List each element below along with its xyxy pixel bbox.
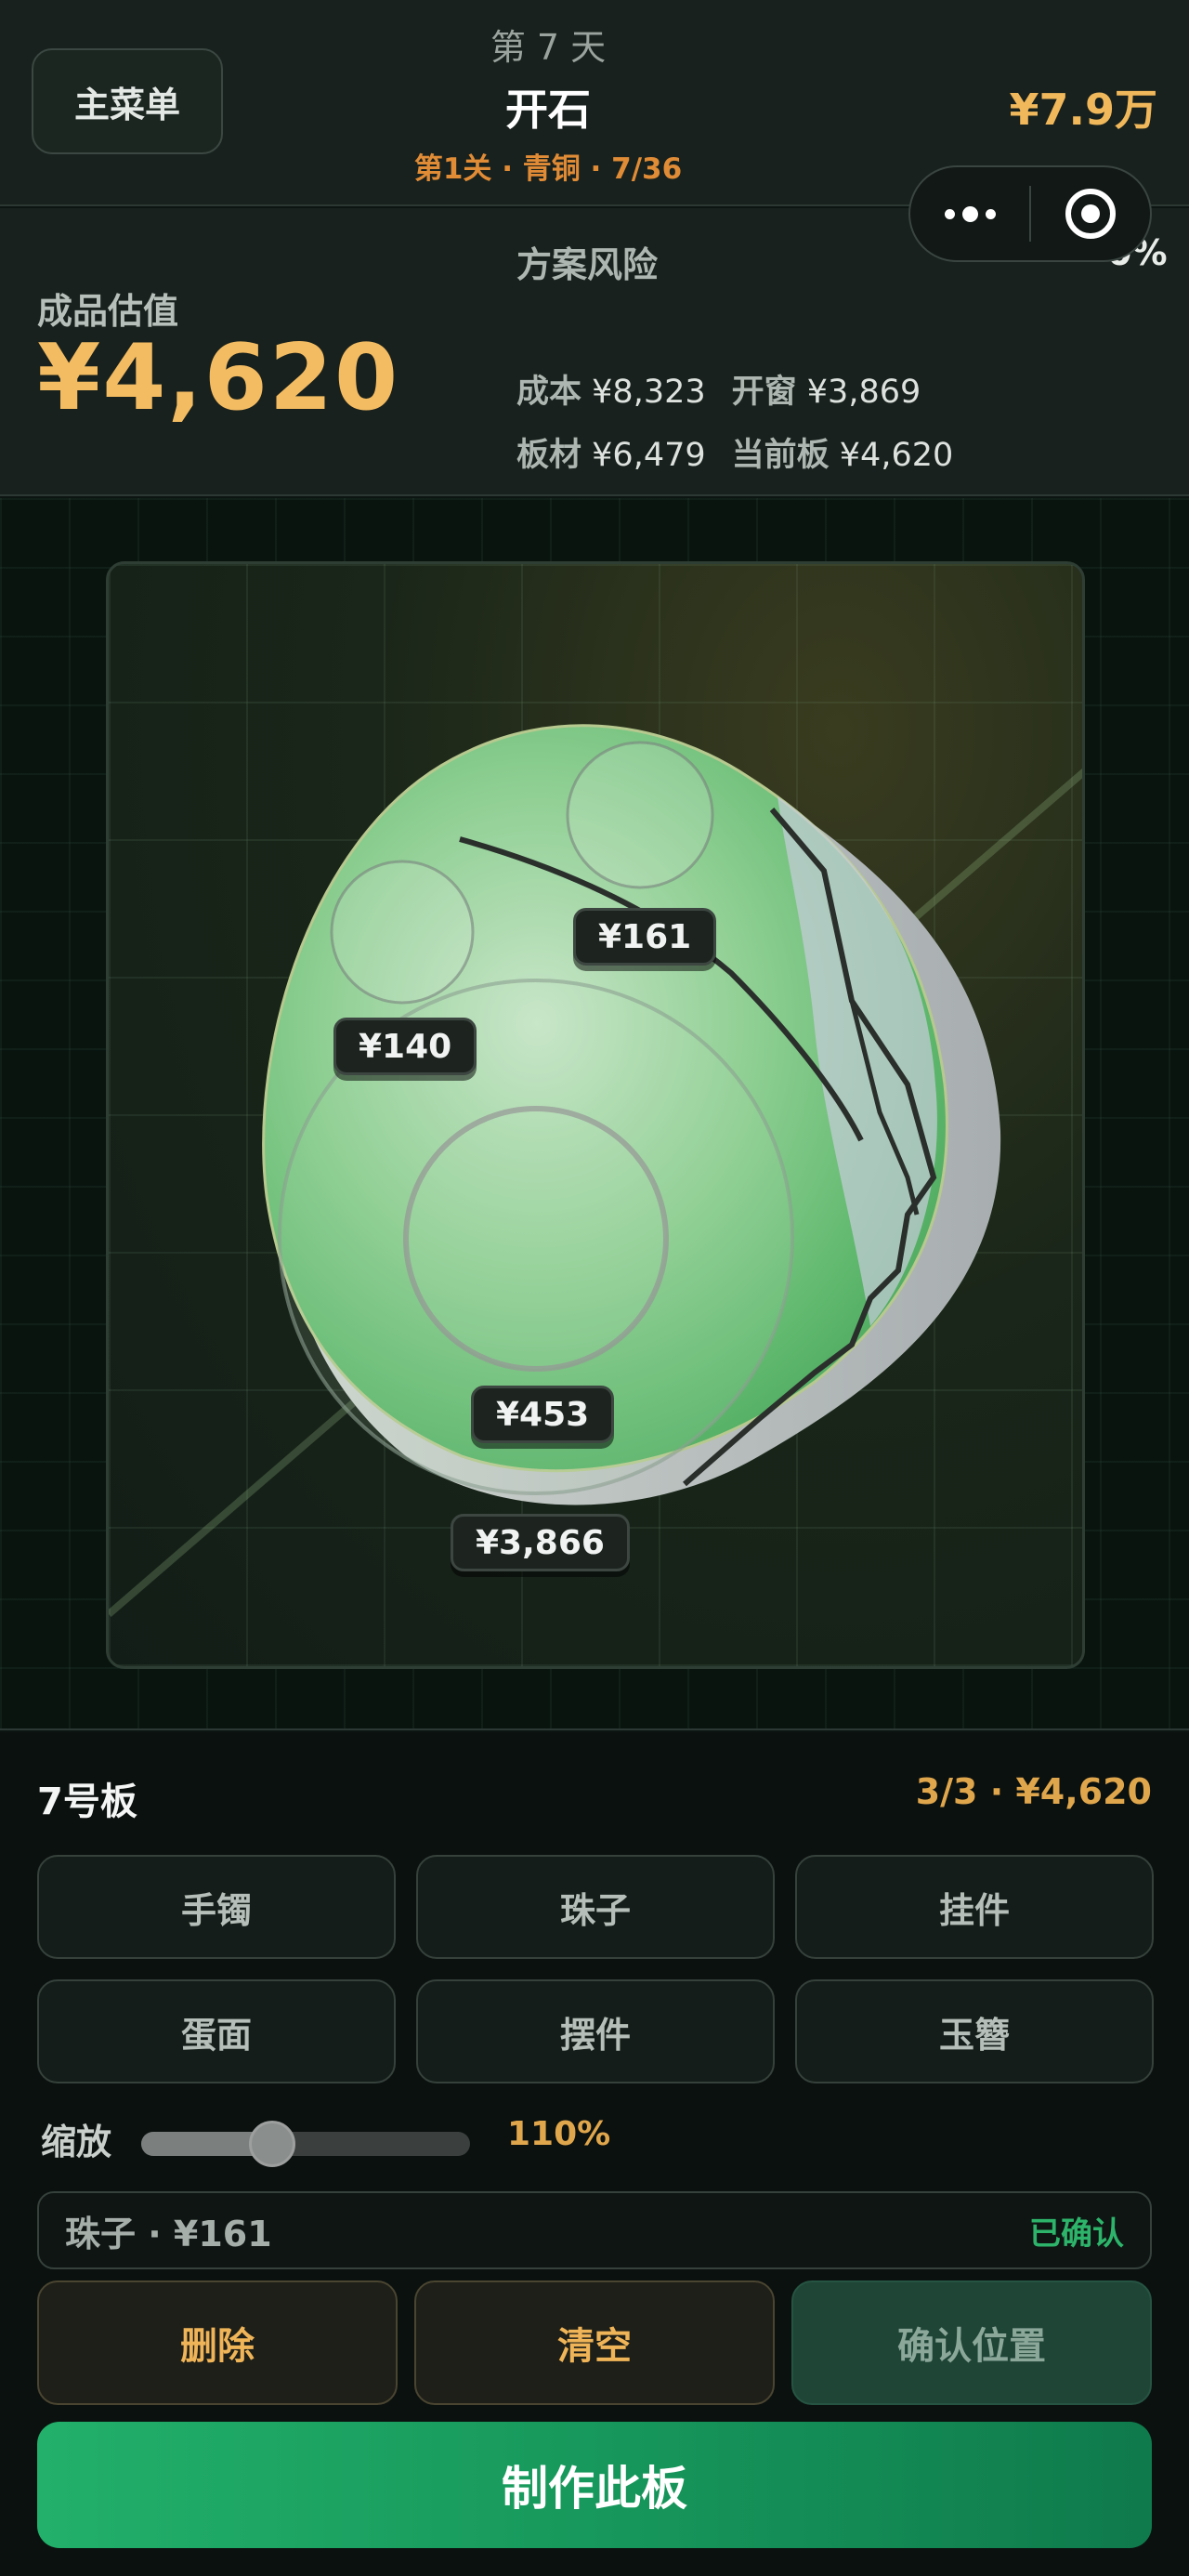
control-panel: 7号板 3/3 · ¥4,620 手镯 珠子 挂件 蛋面 摆件 玉簪 缩放 11…	[0, 1732, 1189, 2576]
delete-button[interactable]: 删除	[37, 2280, 398, 2405]
mini-program-capsule	[908, 165, 1152, 262]
zoom-label: 缩放	[41, 2122, 112, 2162]
stats: 成本 ¥8,323 开窗 ¥3,869 板材 ¥6,479 当前板 ¥4,620	[516, 361, 953, 487]
piece-pendant-button[interactable]: 挂件	[795, 1855, 1154, 1959]
piece-price-tag[interactable]: ¥3,866	[451, 1514, 630, 1571]
day-label: 第 7 天	[490, 27, 607, 68]
piece-bangle-button[interactable]: 手镯	[37, 1855, 396, 1959]
board-name: 7号板	[37, 1781, 137, 1823]
piece-bead-button[interactable]: 珠子	[416, 1855, 775, 1959]
piece-hairpin-button[interactable]: 玉簪	[795, 1979, 1154, 2083]
make-board-button[interactable]: 制作此板	[37, 2422, 1152, 2548]
main-menu-button[interactable]: 主菜单	[32, 48, 223, 154]
cost-stat: 成本 ¥8,323	[516, 374, 706, 411]
more-icon[interactable]	[910, 205, 1029, 222]
window-stat: 开窗 ¥3,869	[731, 374, 921, 411]
stone-stage: ¥161 ¥140 ¥453 ¥3,866	[0, 498, 1189, 1730]
current-slab-stat: 当前板 ¥4,620	[731, 437, 954, 474]
level-info: 第1关 · 青铜 · 7/36	[413, 152, 683, 186]
cutting-board[interactable]: ¥161 ¥140 ¥453 ¥3,866	[106, 561, 1085, 1669]
piece-price-tag[interactable]: ¥140	[333, 1018, 477, 1075]
page-title: 开石	[505, 85, 591, 135]
zoom-value: 110%	[507, 2115, 611, 2153]
selected-piece-text: 珠子 · ¥161	[65, 2213, 272, 2254]
piece-cabochon-button[interactable]: 蛋面	[37, 1979, 396, 2083]
piece-ornament-button[interactable]: 摆件	[416, 1979, 775, 2083]
risk-label: 方案风险	[516, 244, 659, 285]
selection-status: 已确认	[1029, 2215, 1124, 2253]
jade-stone	[109, 724, 1082, 1618]
selected-piece-bar[interactable]: 珠子 · ¥161 已确认	[37, 2191, 1152, 2269]
confirm-position-button[interactable]: 确认位置	[791, 2280, 1152, 2405]
clear-button[interactable]: 清空	[414, 2280, 775, 2405]
money-balance: ¥7.9万	[1009, 85, 1158, 135]
estimate-value: ¥4,620	[37, 325, 400, 431]
piece-price-tag[interactable]: ¥453	[471, 1386, 615, 1443]
zoom-slider-thumb[interactable]	[248, 2121, 295, 2167]
piece-price-tag[interactable]: ¥161	[573, 908, 717, 966]
close-target-icon[interactable]	[1031, 189, 1150, 239]
board-progress: 3/3 · ¥4,620	[915, 1771, 1152, 1812]
slab-stat: 板材 ¥6,479	[516, 437, 706, 474]
zoom-slider[interactable]	[141, 2121, 470, 2167]
